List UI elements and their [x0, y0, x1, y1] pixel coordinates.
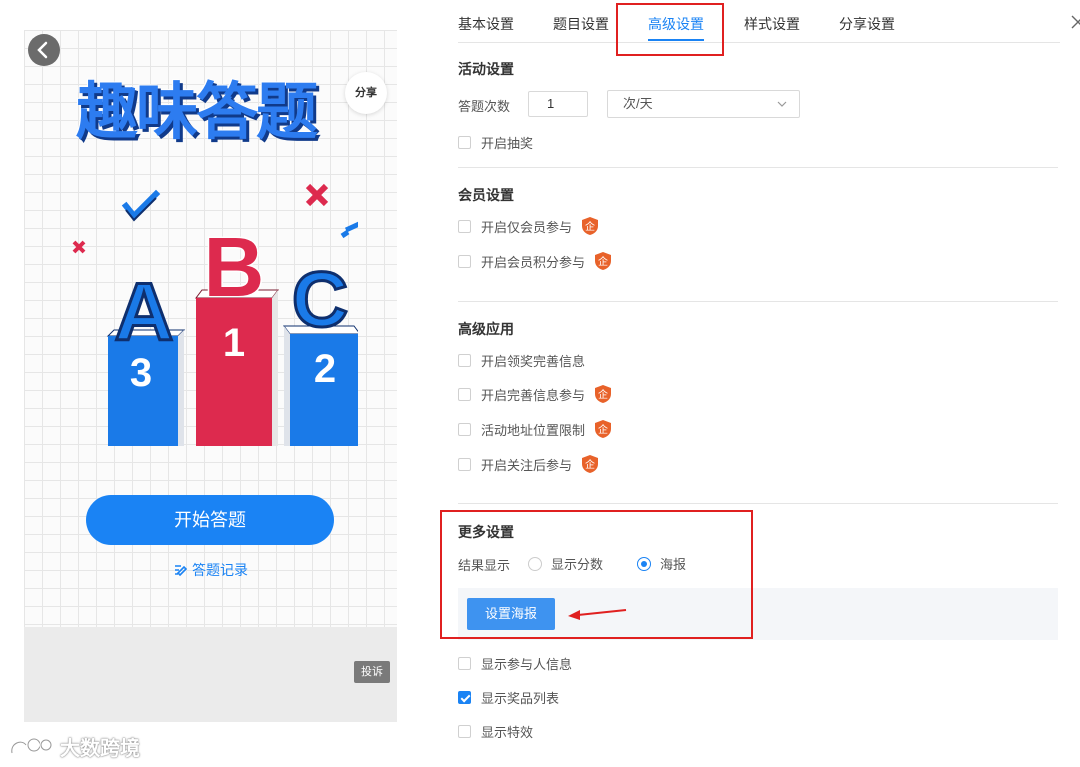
svg-text:企: 企	[598, 423, 608, 436]
show-prizes-checkbox[interactable]: 显示奖品列表	[458, 687, 559, 707]
follow-checkbox[interactable]: 开启关注后参与 企	[458, 454, 600, 474]
show-participant-label: 显示参与人信息	[481, 656, 573, 672]
svg-text:企: 企	[598, 388, 608, 401]
divider	[458, 503, 1058, 504]
complete-info-checkbox[interactable]: 开启完善信息参与 企	[458, 384, 613, 404]
show-participant-checkbox[interactable]: 显示参与人信息	[458, 653, 572, 673]
start-quiz-button[interactable]: 开始答题	[86, 495, 334, 545]
checkbox-box	[458, 724, 471, 738]
highlight-box-more	[440, 510, 753, 639]
member-points-label: 开启会员积分参与	[481, 254, 586, 270]
watermark-text: 大数跨境	[60, 738, 140, 760]
enterprise-badge-icon: 企	[582, 217, 599, 235]
close-icon[interactable]	[1068, 12, 1080, 32]
attempts-input[interactable]: 1	[528, 91, 588, 117]
checkbox-box	[458, 254, 471, 268]
svg-text:企: 企	[598, 255, 608, 268]
checkbox-box	[458, 387, 471, 401]
phone-preview: 分享 趣味答题 A 3 B 1 C 2 开始答题 答题记录 投诉	[24, 30, 397, 722]
complete-info-label: 开启完善信息参与	[481, 387, 586, 403]
share-button[interactable]: 分享	[345, 72, 387, 114]
complain-button[interactable]: 投诉	[354, 661, 390, 683]
podium-illustration: A 3 B 1 C 2	[72, 183, 358, 446]
cross-mark-icon	[305, 183, 329, 207]
follow-label: 开启关注后参与	[481, 457, 573, 473]
watermark-logo-icon	[10, 737, 53, 753]
checkbox-box	[458, 353, 471, 367]
highlight-box-tab	[616, 3, 724, 56]
checkbox-box	[458, 690, 471, 704]
member-only-checkbox[interactable]: 开启仅会员参与 企	[458, 216, 600, 236]
podium-letter-b: B	[204, 220, 265, 314]
cross-mark-icon	[72, 240, 86, 254]
tab-basic[interactable]: 基本设置	[458, 14, 514, 34]
divider	[458, 167, 1058, 168]
check-mark-icon	[121, 189, 161, 222]
section-title-activity: 活动设置	[458, 61, 514, 77]
enterprise-badge-icon: 企	[595, 252, 612, 270]
checkbox-box	[458, 135, 471, 149]
podium-letter-a: A	[114, 267, 173, 358]
claim-info-label: 开启领奖完善信息	[481, 353, 586, 369]
show-prizes-label: 显示奖品列表	[481, 690, 560, 706]
checkbox-box	[458, 656, 471, 670]
show-effects-checkbox[interactable]: 显示特效	[458, 721, 533, 741]
tab-questions[interactable]: 题目设置	[553, 14, 609, 34]
attempts-label: 答题次数	[458, 99, 511, 114]
section-title-member: 会员设置	[458, 187, 514, 203]
checkbox-box	[458, 422, 471, 436]
settings-tabs: 基本设置 题目设置 高级设置 样式设置 分享设置	[458, 0, 1080, 43]
podium-rank-third: 3	[130, 351, 152, 395]
svg-text:企: 企	[585, 458, 595, 471]
lottery-label: 开启抽奖	[481, 135, 534, 151]
chevron-left-icon	[37, 41, 48, 59]
location-limit-checkbox[interactable]: 活动地址位置限制 企	[458, 419, 613, 439]
section-title-advanced: 高级应用	[458, 321, 514, 337]
svg-text:企: 企	[585, 220, 595, 233]
checkbox-box	[458, 457, 471, 471]
enterprise-badge-icon: 企	[582, 455, 599, 473]
preview-footer	[24, 627, 397, 722]
frequency-select-value: 次/天	[623, 96, 653, 111]
location-limit-label: 活动地址位置限制	[481, 422, 586, 438]
back-button[interactable]	[28, 34, 60, 66]
member-only-label: 开启仅会员参与	[481, 219, 573, 235]
frequency-select[interactable]: 次/天	[607, 90, 800, 118]
chevron-down-icon	[777, 101, 787, 107]
settings-panel: 基本设置 题目设置 高级设置 样式设置 分享设置 活动设置 答题次数 1 次/天…	[432, 0, 1080, 767]
member-points-checkbox[interactable]: 开启会员积分参与 企	[458, 251, 613, 271]
podium-letter-c: C	[292, 255, 348, 343]
podium-rank-first: 1	[223, 321, 245, 365]
lottery-checkbox[interactable]: 开启抽奖	[458, 132, 533, 152]
edit-icon	[175, 565, 188, 577]
checkbox-box	[458, 219, 471, 233]
preview-panel: 分享 趣味答题 A 3 B 1 C 2 开始答题 答题记录 投诉 大数跨境	[0, 0, 432, 767]
quiz-record-link[interactable]: 答题记录	[174, 560, 248, 580]
check-mark-icon	[340, 221, 358, 239]
show-effects-label: 显示特效	[481, 724, 534, 740]
claim-info-checkbox[interactable]: 开启领奖完善信息	[458, 350, 585, 370]
enterprise-badge-icon: 企	[595, 385, 612, 403]
game-title: 趣味答题	[76, 75, 318, 148]
quiz-record-label: 答题记录	[192, 562, 248, 578]
tab-share[interactable]: 分享设置	[839, 14, 895, 34]
watermark: 大数跨境	[8, 732, 140, 761]
divider	[458, 301, 1058, 302]
enterprise-badge-icon: 企	[595, 420, 612, 438]
podium-rank-second: 2	[314, 347, 336, 391]
tab-style[interactable]: 样式设置	[744, 14, 800, 34]
